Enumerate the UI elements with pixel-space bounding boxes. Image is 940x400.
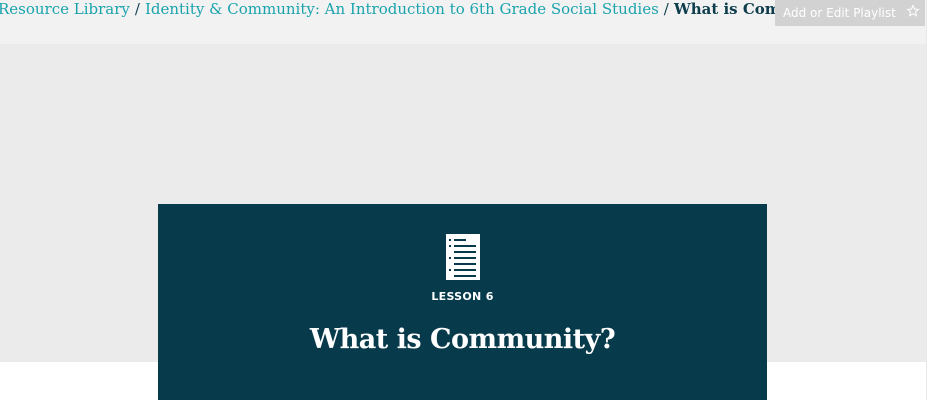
lesson-card: LESSON 6 What is Community? xyxy=(158,204,767,400)
playlist-button-label: Add or Edit Playlist xyxy=(783,6,896,20)
breadcrumb: Resource Library / Identity & Community:… xyxy=(0,0,864,21)
breadcrumb-link-unit[interactable]: Identity & Community: An Introduction to… xyxy=(145,0,659,18)
breadcrumb-separator: / xyxy=(663,0,669,18)
breadcrumb-link-resource-library[interactable]: Resource Library xyxy=(0,0,130,18)
lesson-number: LESSON 6 xyxy=(431,290,494,303)
lesson-title: What is Community? xyxy=(309,324,616,355)
page: Resource Library / Identity & Community:… xyxy=(0,0,940,400)
add-edit-playlist-button[interactable]: Add or Edit Playlist xyxy=(775,0,925,26)
breadcrumb-separator: / xyxy=(134,0,140,18)
star-icon xyxy=(906,4,920,17)
scrollbar[interactable] xyxy=(926,0,940,400)
document-icon xyxy=(446,234,480,280)
